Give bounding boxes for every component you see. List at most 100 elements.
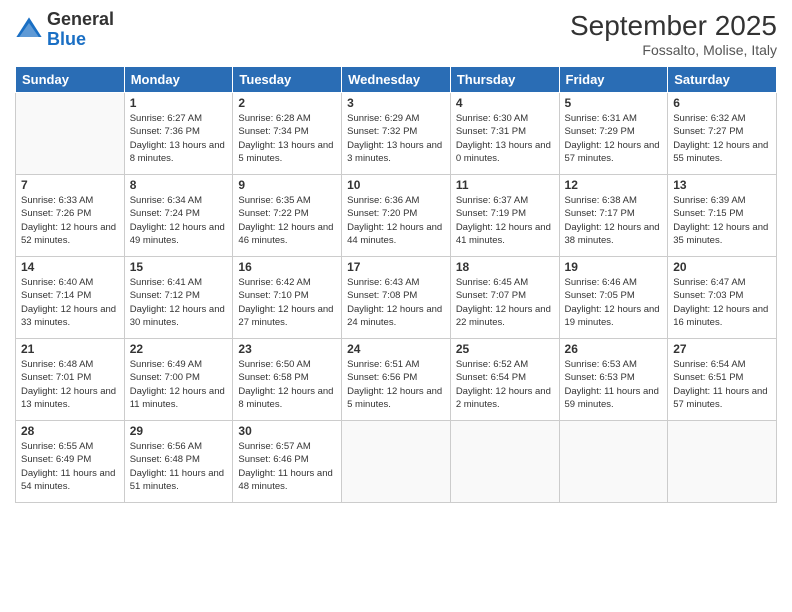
day-number: 8 xyxy=(130,178,228,192)
day-number: 19 xyxy=(565,260,663,274)
logo-blue: Blue xyxy=(47,30,114,50)
day-info: Sunrise: 6:51 AM Sunset: 6:56 PM Dayligh… xyxy=(347,358,445,411)
calendar-cell: 19 Sunrise: 6:46 AM Sunset: 7:05 PM Dayl… xyxy=(559,257,668,339)
day-info: Sunrise: 6:38 AM Sunset: 7:17 PM Dayligh… xyxy=(565,194,663,247)
day-info: Sunrise: 6:30 AM Sunset: 7:31 PM Dayligh… xyxy=(456,112,554,165)
day-number: 10 xyxy=(347,178,445,192)
header-tuesday: Tuesday xyxy=(233,67,342,93)
day-number: 24 xyxy=(347,342,445,356)
day-info: Sunrise: 6:31 AM Sunset: 7:29 PM Dayligh… xyxy=(565,112,663,165)
day-info: Sunrise: 6:37 AM Sunset: 7:19 PM Dayligh… xyxy=(456,194,554,247)
day-info: Sunrise: 6:57 AM Sunset: 6:46 PM Dayligh… xyxy=(238,440,336,493)
day-number: 21 xyxy=(21,342,119,356)
day-info: Sunrise: 6:53 AM Sunset: 6:53 PM Dayligh… xyxy=(565,358,663,411)
day-info: Sunrise: 6:54 AM Sunset: 6:51 PM Dayligh… xyxy=(673,358,771,411)
logo-text: General Blue xyxy=(47,10,114,50)
header-monday: Monday xyxy=(124,67,233,93)
day-number: 17 xyxy=(347,260,445,274)
day-number: 23 xyxy=(238,342,336,356)
day-number: 11 xyxy=(456,178,554,192)
title-block: September 2025 Fossalto, Molise, Italy xyxy=(570,10,777,58)
calendar-cell: 28 Sunrise: 6:55 AM Sunset: 6:49 PM Dayl… xyxy=(16,421,125,503)
calendar: Sunday Monday Tuesday Wednesday Thursday… xyxy=(15,66,777,503)
calendar-cell: 7 Sunrise: 6:33 AM Sunset: 7:26 PM Dayli… xyxy=(16,175,125,257)
day-number: 22 xyxy=(130,342,228,356)
day-info: Sunrise: 6:33 AM Sunset: 7:26 PM Dayligh… xyxy=(21,194,119,247)
calendar-cell: 26 Sunrise: 6:53 AM Sunset: 6:53 PM Dayl… xyxy=(559,339,668,421)
day-number: 30 xyxy=(238,424,336,438)
day-number: 2 xyxy=(238,96,336,110)
calendar-cell: 25 Sunrise: 6:52 AM Sunset: 6:54 PM Dayl… xyxy=(450,339,559,421)
day-info: Sunrise: 6:49 AM Sunset: 7:00 PM Dayligh… xyxy=(130,358,228,411)
header-wednesday: Wednesday xyxy=(342,67,451,93)
calendar-cell: 9 Sunrise: 6:35 AM Sunset: 7:22 PM Dayli… xyxy=(233,175,342,257)
day-number: 28 xyxy=(21,424,119,438)
day-info: Sunrise: 6:28 AM Sunset: 7:34 PM Dayligh… xyxy=(238,112,336,165)
calendar-cell: 17 Sunrise: 6:43 AM Sunset: 7:08 PM Dayl… xyxy=(342,257,451,339)
day-number: 9 xyxy=(238,178,336,192)
calendar-cell: 13 Sunrise: 6:39 AM Sunset: 7:15 PM Dayl… xyxy=(668,175,777,257)
day-number: 12 xyxy=(565,178,663,192)
month-year: September 2025 xyxy=(570,10,777,42)
calendar-cell xyxy=(342,421,451,503)
calendar-week-1: 1 Sunrise: 6:27 AM Sunset: 7:36 PM Dayli… xyxy=(16,93,777,175)
day-number: 20 xyxy=(673,260,771,274)
day-info: Sunrise: 6:48 AM Sunset: 7:01 PM Dayligh… xyxy=(21,358,119,411)
header-saturday: Saturday xyxy=(668,67,777,93)
header-friday: Friday xyxy=(559,67,668,93)
day-number: 5 xyxy=(565,96,663,110)
calendar-cell: 2 Sunrise: 6:28 AM Sunset: 7:34 PM Dayli… xyxy=(233,93,342,175)
calendar-cell: 21 Sunrise: 6:48 AM Sunset: 7:01 PM Dayl… xyxy=(16,339,125,421)
calendar-cell: 6 Sunrise: 6:32 AM Sunset: 7:27 PM Dayli… xyxy=(668,93,777,175)
day-number: 16 xyxy=(238,260,336,274)
day-info: Sunrise: 6:56 AM Sunset: 6:48 PM Dayligh… xyxy=(130,440,228,493)
header-sunday: Sunday xyxy=(16,67,125,93)
header-thursday: Thursday xyxy=(450,67,559,93)
calendar-cell: 12 Sunrise: 6:38 AM Sunset: 7:17 PM Dayl… xyxy=(559,175,668,257)
location: Fossalto, Molise, Italy xyxy=(570,42,777,58)
day-info: Sunrise: 6:34 AM Sunset: 7:24 PM Dayligh… xyxy=(130,194,228,247)
day-info: Sunrise: 6:47 AM Sunset: 7:03 PM Dayligh… xyxy=(673,276,771,329)
calendar-cell: 3 Sunrise: 6:29 AM Sunset: 7:32 PM Dayli… xyxy=(342,93,451,175)
calendar-cell: 18 Sunrise: 6:45 AM Sunset: 7:07 PM Dayl… xyxy=(450,257,559,339)
day-info: Sunrise: 6:27 AM Sunset: 7:36 PM Dayligh… xyxy=(130,112,228,165)
calendar-cell: 24 Sunrise: 6:51 AM Sunset: 6:56 PM Dayl… xyxy=(342,339,451,421)
day-info: Sunrise: 6:35 AM Sunset: 7:22 PM Dayligh… xyxy=(238,194,336,247)
day-info: Sunrise: 6:43 AM Sunset: 7:08 PM Dayligh… xyxy=(347,276,445,329)
calendar-cell: 22 Sunrise: 6:49 AM Sunset: 7:00 PM Dayl… xyxy=(124,339,233,421)
day-info: Sunrise: 6:39 AM Sunset: 7:15 PM Dayligh… xyxy=(673,194,771,247)
day-info: Sunrise: 6:52 AM Sunset: 6:54 PM Dayligh… xyxy=(456,358,554,411)
day-number: 7 xyxy=(21,178,119,192)
calendar-cell: 27 Sunrise: 6:54 AM Sunset: 6:51 PM Dayl… xyxy=(668,339,777,421)
calendar-cell: 30 Sunrise: 6:57 AM Sunset: 6:46 PM Dayl… xyxy=(233,421,342,503)
calendar-cell: 10 Sunrise: 6:36 AM Sunset: 7:20 PM Dayl… xyxy=(342,175,451,257)
calendar-cell xyxy=(450,421,559,503)
calendar-cell: 16 Sunrise: 6:42 AM Sunset: 7:10 PM Dayl… xyxy=(233,257,342,339)
day-info: Sunrise: 6:41 AM Sunset: 7:12 PM Dayligh… xyxy=(130,276,228,329)
calendar-cell: 15 Sunrise: 6:41 AM Sunset: 7:12 PM Dayl… xyxy=(124,257,233,339)
day-number: 15 xyxy=(130,260,228,274)
page: General Blue September 2025 Fossalto, Mo… xyxy=(0,0,792,612)
day-number: 26 xyxy=(565,342,663,356)
calendar-week-4: 21 Sunrise: 6:48 AM Sunset: 7:01 PM Dayl… xyxy=(16,339,777,421)
logo-general: General xyxy=(47,10,114,30)
calendar-cell: 8 Sunrise: 6:34 AM Sunset: 7:24 PM Dayli… xyxy=(124,175,233,257)
day-info: Sunrise: 6:32 AM Sunset: 7:27 PM Dayligh… xyxy=(673,112,771,165)
day-number: 18 xyxy=(456,260,554,274)
day-number: 25 xyxy=(456,342,554,356)
calendar-cell xyxy=(559,421,668,503)
day-info: Sunrise: 6:29 AM Sunset: 7:32 PM Dayligh… xyxy=(347,112,445,165)
day-info: Sunrise: 6:36 AM Sunset: 7:20 PM Dayligh… xyxy=(347,194,445,247)
day-info: Sunrise: 6:46 AM Sunset: 7:05 PM Dayligh… xyxy=(565,276,663,329)
calendar-cell: 1 Sunrise: 6:27 AM Sunset: 7:36 PM Dayli… xyxy=(124,93,233,175)
day-info: Sunrise: 6:40 AM Sunset: 7:14 PM Dayligh… xyxy=(21,276,119,329)
calendar-cell xyxy=(668,421,777,503)
calendar-week-3: 14 Sunrise: 6:40 AM Sunset: 7:14 PM Dayl… xyxy=(16,257,777,339)
day-number: 13 xyxy=(673,178,771,192)
day-number: 14 xyxy=(21,260,119,274)
calendar-cell: 4 Sunrise: 6:30 AM Sunset: 7:31 PM Dayli… xyxy=(450,93,559,175)
calendar-cell: 23 Sunrise: 6:50 AM Sunset: 6:58 PM Dayl… xyxy=(233,339,342,421)
calendar-cell: 11 Sunrise: 6:37 AM Sunset: 7:19 PM Dayl… xyxy=(450,175,559,257)
calendar-cell: 14 Sunrise: 6:40 AM Sunset: 7:14 PM Dayl… xyxy=(16,257,125,339)
calendar-week-2: 7 Sunrise: 6:33 AM Sunset: 7:26 PM Dayli… xyxy=(16,175,777,257)
